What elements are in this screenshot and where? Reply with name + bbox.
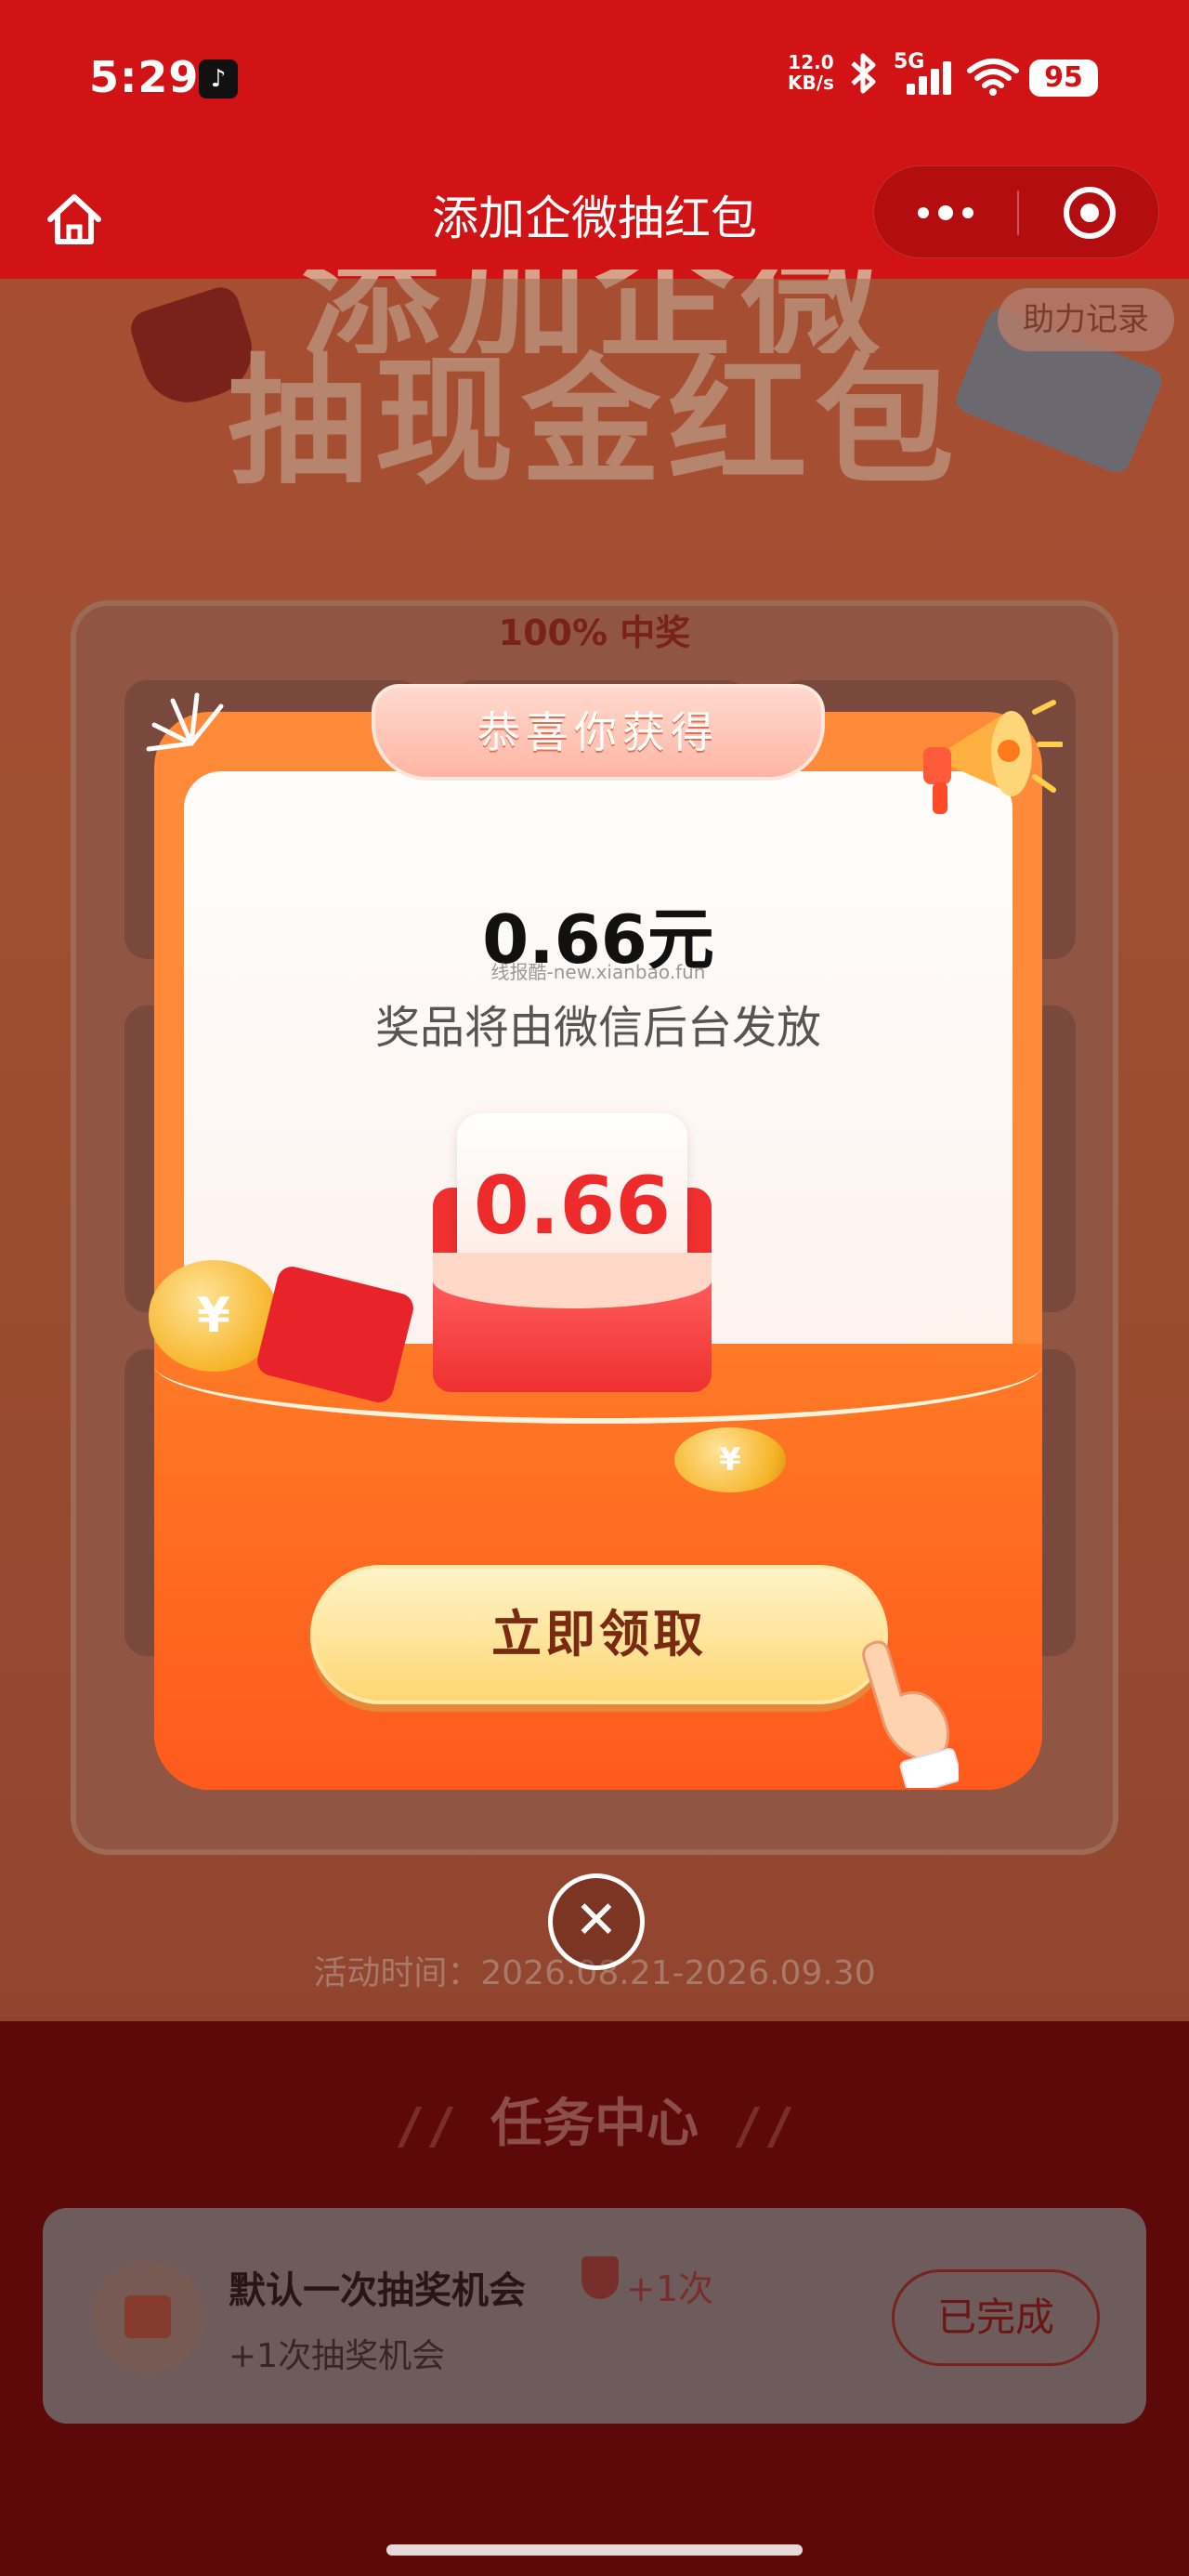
- mini-program-navbar: 添加企微抽红包: [0, 158, 1189, 279]
- prize-modal: 恭喜你获得 0.66元 线报酷-new.xianbao.fun 奖品将由微信后台…: [146, 684, 1064, 1795]
- tiktok-icon: ♪: [199, 59, 238, 99]
- status-bar: 5:29 ♪ 12.0 KB/s 5G 95: [0, 0, 1189, 158]
- claim-now-button[interactable]: 立即领取: [310, 1565, 888, 1704]
- prize-description: 奖品将由微信后台发放: [374, 1002, 821, 1054]
- bluetooth-icon: [845, 50, 882, 107]
- signal-icon: [907, 61, 953, 95]
- wifi-icon: [966, 58, 1020, 97]
- target-circle-icon[interactable]: [1064, 187, 1116, 239]
- mini-program-capsule: [873, 165, 1159, 258]
- home-icon: [47, 194, 101, 244]
- close-modal-button[interactable]: ✕: [548, 1873, 645, 1970]
- network-speed-value: 12.0: [788, 51, 834, 73]
- congrats-ribbon: 恭喜你获得: [372, 684, 825, 781]
- more-dots-icon[interactable]: [874, 166, 1017, 259]
- envelope-front: [433, 1253, 712, 1392]
- network-speed-unit: KB/s: [788, 72, 834, 94]
- close-icon: ✕: [574, 1890, 619, 1951]
- app-screen: 5:29 ♪ 12.0 KB/s 5G 95 添加企微抽红包 添加企微 抽现金红…: [0, 0, 1189, 2576]
- coin-icon: ¥: [674, 1427, 786, 1492]
- red-envelope: 0.66元: [433, 1113, 712, 1392]
- home-button[interactable]: [37, 182, 111, 256]
- home-indicator[interactable]: [386, 2544, 803, 2556]
- envelope-amount-value: 0.66: [473, 1160, 672, 1253]
- pointing-hand-icon: [856, 1639, 962, 1795]
- sparkle-decoration-icon: [136, 688, 238, 771]
- network-speed: 12.0 KB/s: [788, 52, 834, 93]
- status-time: 5:29: [89, 52, 200, 102]
- megaphone-icon: [905, 693, 1064, 823]
- capsule-divider: [1017, 191, 1019, 235]
- battery-icon: 95: [1029, 59, 1098, 97]
- watermark-text: 线报酷-new.xianbao.fun: [490, 961, 706, 983]
